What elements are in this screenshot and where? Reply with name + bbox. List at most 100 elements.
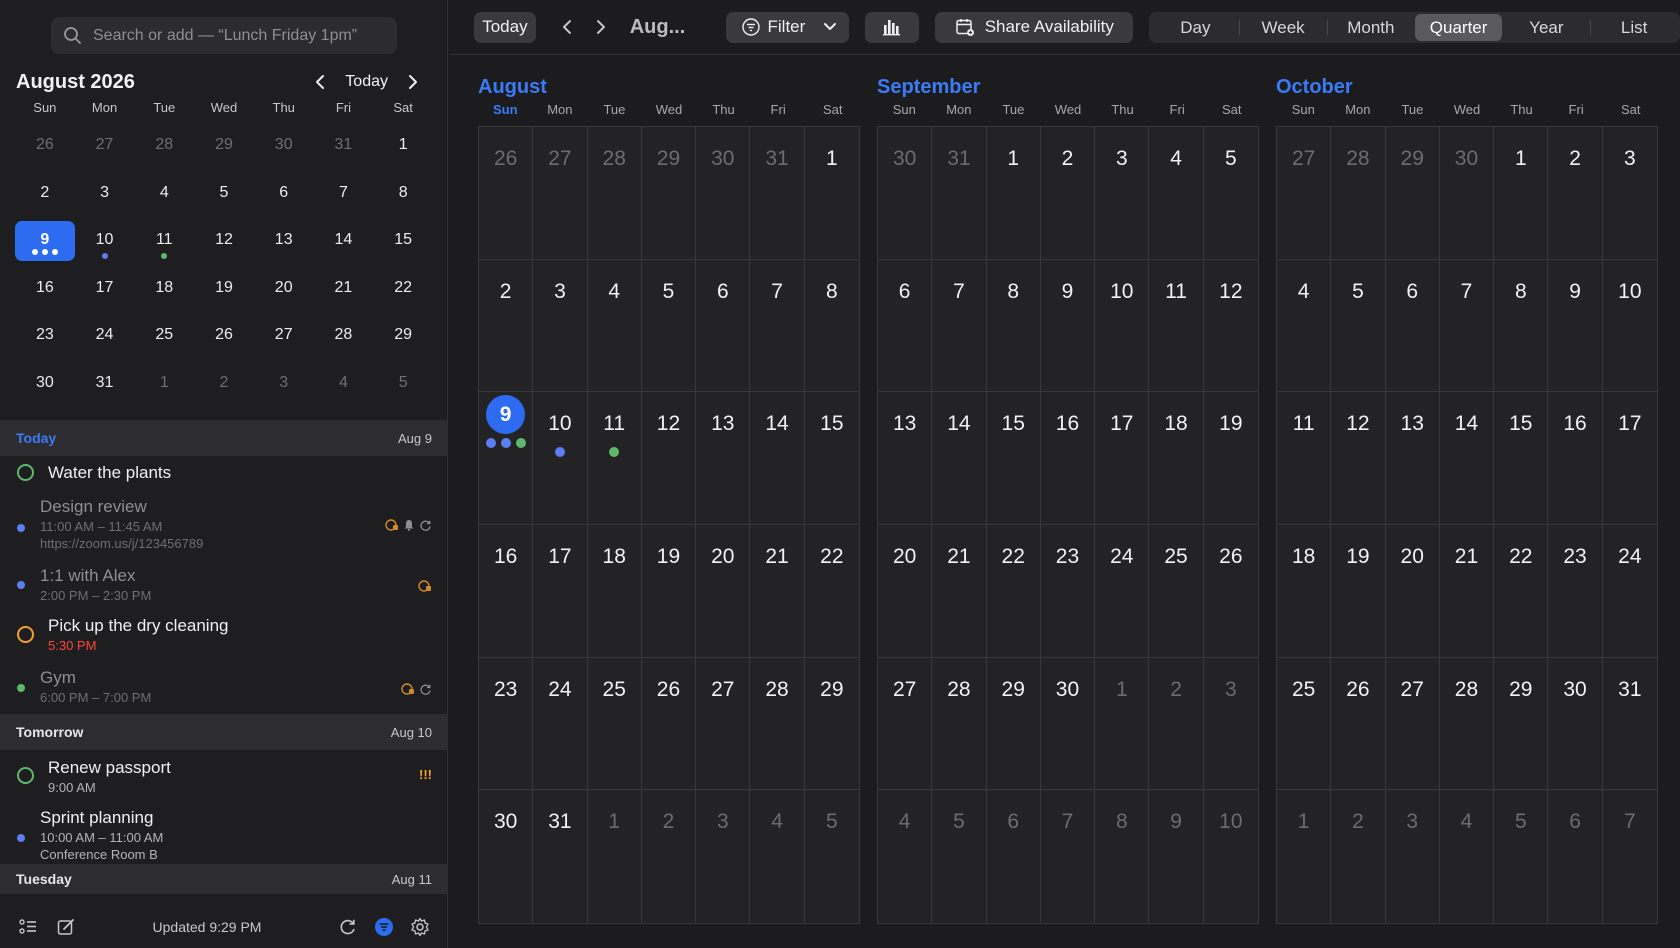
day-cell[interactable]: 25 [1277,657,1332,791]
day-cell[interactable]: 19 [641,525,697,658]
day-cell[interactable]: 3 [1095,127,1150,260]
day-cell[interactable]: 7 [1603,790,1657,923]
reminder-checkbox[interactable] [17,626,34,643]
list-toggle-icon[interactable] [18,917,38,937]
month-title[interactable]: August [478,76,860,102]
mini-day[interactable]: 5 [373,360,433,408]
mini-day[interactable]: 22 [373,265,433,313]
day-cell[interactable]: 12 [1203,260,1258,393]
mini-day[interactable]: 4 [314,360,374,408]
day-cell[interactable]: 26 [1331,657,1386,791]
view-tab-year[interactable]: Year [1502,14,1590,41]
day-cell[interactable]: 15 [1494,392,1549,526]
mini-day[interactable]: 20 [254,265,314,313]
mini-day[interactable]: 6 [254,170,314,218]
day-cell[interactable]: 5 [805,790,859,923]
day-cell[interactable]: 20 [878,525,933,658]
day-cell[interactable]: 6 [1548,790,1603,924]
day-cell[interactable]: 4 [1149,127,1204,260]
day-cell[interactable]: 1 [588,790,642,924]
day-cell[interactable]: 26 [1203,525,1258,658]
day-cell[interactable]: 31 [750,127,805,260]
mini-day[interactable]: 2 [15,170,75,218]
day-cell[interactable]: 29 [1385,127,1440,260]
day-cell[interactable]: 3 [1386,790,1440,924]
mini-day[interactable]: 25 [134,312,194,360]
view-tab-week[interactable]: Week [1239,14,1327,41]
day-cell[interactable]: 5 [1331,259,1386,393]
mini-day[interactable]: 26 [194,312,254,360]
day-cell[interactable]: 24 [1095,525,1150,658]
day-cell[interactable]: 18 [1149,392,1204,526]
day-cell[interactable]: 3 [533,259,588,393]
day-cell[interactable]: 7 [932,259,987,393]
mini-day[interactable]: 31 [314,122,374,170]
previous-month-icon[interactable] [313,73,327,91]
day-cell[interactable]: 29 [804,658,859,791]
day-cell[interactable]: 30 [878,127,933,260]
chevron-down-icon[interactable] [823,22,837,32]
mini-day[interactable]: 13 [254,217,314,265]
mini-day[interactable]: 4 [134,170,194,218]
day-cell[interactable]: 13 [1385,392,1440,526]
day-cell[interactable]: 11 [587,392,642,526]
filter-button[interactable]: Filter [725,11,850,43]
agenda-item-gym[interactable]: Gym 6:00 PM – 7:00 PM [0,664,448,714]
mini-day[interactable]: 30 [15,360,75,408]
day-cell[interactable]: 26 [641,657,697,791]
day-cell[interactable]: 1 [804,127,859,260]
next-period-icon[interactable] [594,18,608,36]
mini-day[interactable]: 21 [314,265,374,313]
search-input[interactable] [93,26,397,45]
day-cell[interactable]: 30 [1040,657,1096,791]
day-cell[interactable]: 30 [696,127,751,260]
mini-day[interactable]: 31 [75,360,135,408]
day-cell[interactable]: 19 [1331,525,1386,658]
day-cell[interactable]: 25 [1149,525,1204,658]
agenda-item-dry-cleaning[interactable]: Pick up the dry cleaning 5:30 PM [0,610,448,664]
settings-gear-icon[interactable] [410,917,430,937]
day-cell[interactable]: 27 [878,657,933,791]
mini-day[interactable]: 27 [254,312,314,360]
day-cell[interactable]: 4 [1440,790,1495,924]
day-cell[interactable]: 7 [750,259,805,393]
day-cell[interactable]: 18 [1277,525,1332,658]
day-cell[interactable]: 10 [1095,259,1150,393]
day-cell[interactable]: 4 [878,790,933,924]
reminder-checkbox[interactable] [17,464,34,481]
day-cell[interactable]: 30 [1548,657,1603,791]
day-cell[interactable]: 31 [533,790,588,924]
day-cell[interactable]: 6 [1385,259,1440,393]
day-cell[interactable]: 24 [533,657,588,791]
mini-day[interactable]: 5 [194,170,254,218]
day-cell[interactable]: 5 [932,790,987,924]
mini-day[interactable]: 24 [75,312,135,360]
day-cell[interactable]: 28 [1331,127,1386,260]
day-cell[interactable]: 10 [533,392,588,526]
mini-day[interactable]: 12 [194,217,254,265]
day-cell[interactable]: 22 [986,525,1041,658]
day-cell[interactable]: 15 [986,392,1041,526]
day-cell[interactable]: 26 [479,127,534,260]
previous-period-icon[interactable] [560,18,574,36]
day-cell[interactable]: 30 [1439,127,1495,260]
day-cell[interactable]: 2 [1149,657,1204,791]
day-cell[interactable]: 8 [986,259,1041,393]
stats-button[interactable] [865,11,920,43]
mini-day[interactable]: 7 [314,170,374,218]
mini-day[interactable]: 28 [314,312,374,360]
mini-day[interactable]: 10 [75,217,135,265]
mini-day[interactable]: 2 [194,360,254,408]
day-cell[interactable]: 28 [932,657,987,791]
mini-day[interactable]: 29 [373,312,433,360]
day-cell[interactable]: 18 [587,525,642,658]
view-tab-month[interactable]: Month [1326,14,1415,41]
day-cell[interactable]: 12 [1331,392,1386,526]
day-cell[interactable]: 4 [1277,259,1332,393]
day-cell[interactable]: 7 [1041,790,1096,924]
day-cell[interactable]: 24 [1602,525,1657,658]
mini-day[interactable]: 30 [254,122,314,170]
mini-day[interactable]: 19 [194,265,254,313]
day-cell[interactable]: 2 [1331,790,1386,924]
day-cell[interactable]: 15 [804,392,859,526]
